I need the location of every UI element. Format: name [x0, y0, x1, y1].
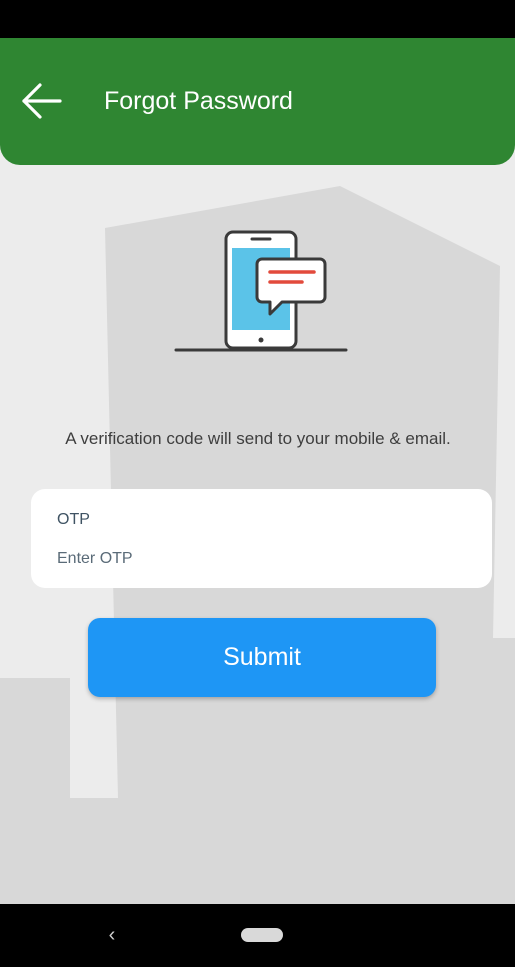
status-bar	[0, 0, 515, 38]
system-navigation-bar: ‹	[0, 904, 515, 967]
chevron-left-icon[interactable]: ‹	[100, 920, 124, 950]
otp-label: OTP	[57, 511, 90, 528]
page-title: Forgot Password	[104, 87, 293, 115]
building-background-image	[0, 186, 515, 904]
otp-input[interactable]	[53, 543, 481, 575]
app-bar: Forgot Password	[0, 38, 515, 165]
phone-screen: Forgot Password A verification code will…	[0, 0, 515, 967]
arrow-left-icon	[22, 83, 62, 119]
back-button[interactable]	[16, 80, 64, 122]
home-pill-icon[interactable]	[241, 928, 283, 942]
verification-info-text: A verification code will send to your mo…	[65, 429, 451, 448]
forgot-password-page: Forgot Password A verification code will…	[0, 38, 515, 904]
otp-field-card: OTP	[31, 489, 492, 588]
submit-button[interactable]: Submit	[88, 618, 436, 697]
phone-message-icon	[174, 230, 348, 352]
